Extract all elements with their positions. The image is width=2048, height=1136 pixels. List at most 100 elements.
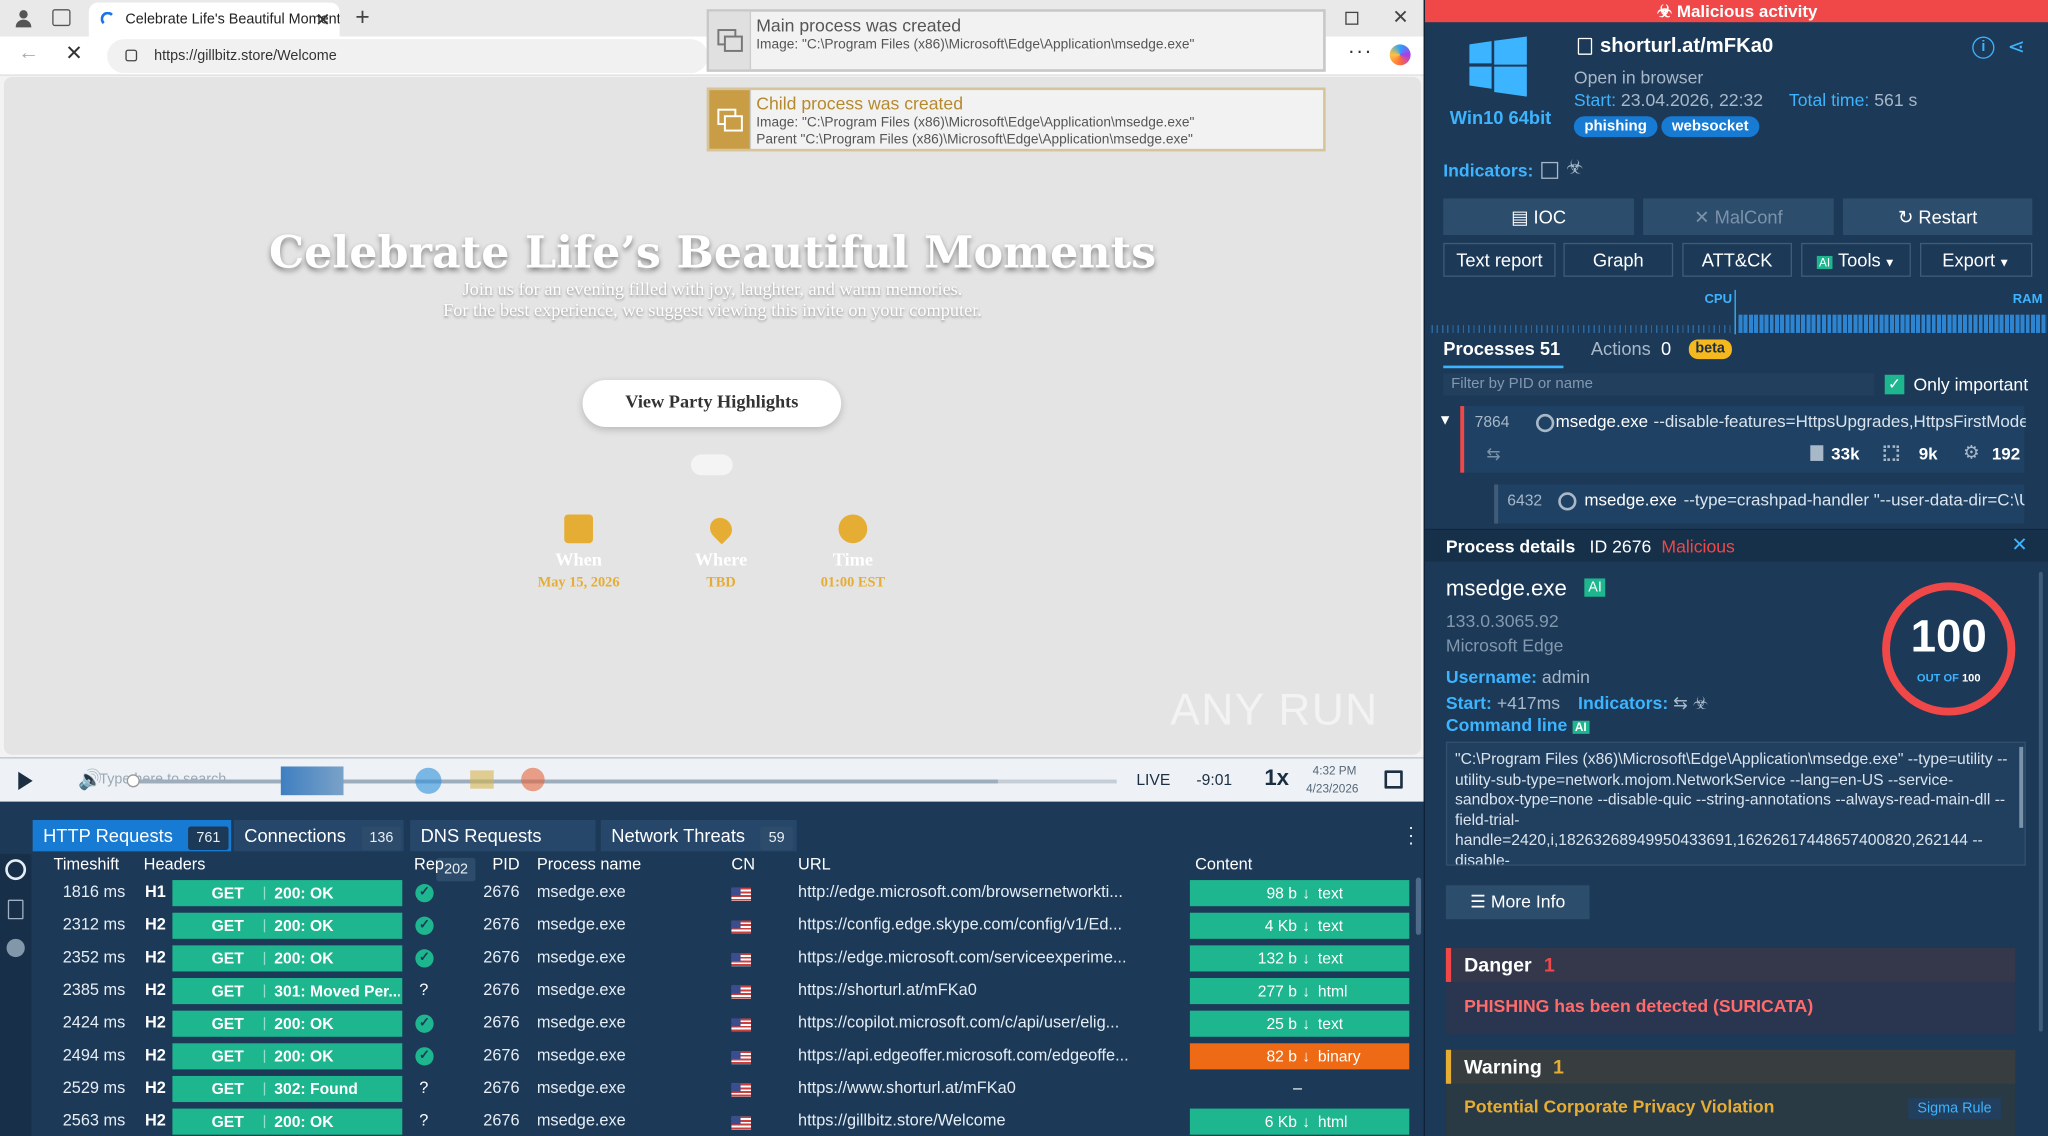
info-icon[interactable]: i	[1972, 36, 1995, 59]
command-line-box[interactable]: "C:\Program Files (x86)\Microsoft\Edge\A…	[1445, 741, 2026, 866]
tab-http-requests[interactable]: HTTP Requests 761	[32, 820, 232, 852]
details-scrollbar[interactable]	[2038, 571, 2043, 1032]
processes-underline	[1443, 365, 1564, 369]
row-status: 200: OK	[274, 1112, 334, 1131]
actions-tab[interactable]: Actions 0	[1591, 338, 1671, 359]
cmd-scrollbar[interactable]	[2019, 746, 2024, 828]
col-content[interactable]: Content	[1195, 855, 1252, 873]
tab-dns-requests[interactable]: DNS Requests202	[410, 820, 596, 882]
col-headers[interactable]: Headers	[144, 855, 206, 873]
tab-close-icon[interactable]: ✕	[315, 3, 330, 37]
row-url[interactable]: https://gillbitz.store/Welcome	[798, 1111, 1177, 1129]
row-process: msedge.exe	[536, 1111, 626, 1130]
cpu-ram-divider	[1734, 289, 1736, 335]
col-url[interactable]: URL	[798, 855, 831, 873]
more-info-button[interactable]: ☰ More Info	[1445, 885, 1590, 920]
table-row[interactable]: 2529 ms H2 GET 302: Found ? 2676 msedge.…	[31, 1073, 1421, 1106]
col-process[interactable]: Process name	[537, 855, 641, 873]
restart-button[interactable]: ↻ Restart	[1842, 198, 2033, 236]
biohazard-icon: ☣	[1656, 1, 1677, 21]
browser-tab[interactable]: Celebrate Life's Beautiful Moment ✕	[88, 2, 340, 37]
new-tab-icon[interactable]: +	[355, 4, 370, 33]
row-url[interactable]: https://api.edgeoffer.microsoft.com/edge…	[798, 1046, 1177, 1064]
tab-actions-icon[interactable]	[52, 9, 71, 27]
table-row[interactable]: 2424 ms H2 GET 200: OK ✓ 2676 msedge.exe…	[31, 1008, 1421, 1041]
text-report-button[interactable]: Text report	[1443, 242, 1556, 277]
table-row[interactable]: 1816 ms H1 GET 200: OK ✓ 2676 msedge.exe…	[31, 877, 1421, 910]
col-rep[interactable]: Rep	[414, 855, 444, 873]
url-field[interactable]: https://gillbitz.store/Welcome	[107, 39, 708, 74]
tab-label: DNS Requests	[420, 825, 542, 847]
collapse-arrow-icon[interactable]: ▼	[1438, 413, 1452, 429]
tag-websocket[interactable]: websocket	[1661, 116, 1760, 138]
ioc-button[interactable]: ▤ IOC	[1443, 198, 1634, 236]
play-icon[interactable]	[18, 771, 33, 790]
us-flag-icon	[731, 953, 752, 967]
row-pid: 2676	[483, 947, 520, 967]
row-url[interactable]: https://copilot.microsoft.com/c/api/user…	[798, 1013, 1177, 1031]
close-window-icon[interactable]: ✕	[1392, 5, 1408, 29]
col-pid[interactable]: PID	[492, 855, 519, 873]
info-time: Time 01:00 EST	[788, 514, 919, 590]
copy-icon[interactable]	[1577, 37, 1593, 55]
table-row[interactable]: 2494 ms H2 GET 200: OK ✓ 2676 msedge.exe…	[31, 1041, 1421, 1074]
warning-item[interactable]: Potential Corporate Privacy Violation	[1464, 1097, 1774, 1117]
timeline-track[interactable]	[130, 779, 1117, 784]
tab-connections[interactable]: Connections 136	[233, 820, 404, 852]
attck-button[interactable]: ATT&CK	[1682, 242, 1792, 277]
clock-icon	[838, 514, 868, 544]
content-type: text	[1317, 949, 1344, 968]
panel-menu-icon[interactable]: · · ·	[1408, 817, 1414, 851]
col-timeshift[interactable]: Timeshift	[54, 855, 120, 873]
danger-item[interactable]: PHISHING has been detected (SURICATA)	[1464, 996, 1813, 1016]
only-important-checkbox[interactable]: ✓	[1884, 374, 1905, 395]
share-icon[interactable]: ⋖	[2008, 34, 2026, 60]
table-row[interactable]: 2563 ms H2 GET 200: OK ? 2676 msedge.exe…	[31, 1106, 1421, 1136]
export-button[interactable]: Export ▼	[1919, 242, 2033, 277]
row-url[interactable]: https://config.edge.skype.com/config/v1/…	[798, 915, 1177, 933]
processes-tab[interactable]: Processes 51	[1443, 338, 1560, 359]
table-row[interactable]: 2385 ms H2 GET 301: Moved Per... ? 2676 …	[31, 975, 1421, 1008]
stop-icon[interactable]: ✕	[65, 40, 83, 66]
copilot-icon[interactable]	[1389, 44, 1411, 66]
score-ring: 100 OUT OF 100	[1882, 582, 2016, 716]
tools-button[interactable]: AI Tools ▼	[1801, 242, 1911, 277]
globe-icon[interactable]	[5, 859, 27, 881]
sigma-rule-badge[interactable]: Sigma Rule	[1908, 1098, 2001, 1120]
graph-button[interactable]: Graph	[1563, 242, 1674, 277]
row-url[interactable]: https://edge.microsoft.com/serviceexperi…	[798, 948, 1177, 966]
row-url[interactable]: https://www.shorturl.at/mFKa0	[798, 1079, 1177, 1097]
view-highlights-button[interactable]: View Party Highlights	[582, 379, 842, 427]
process-row-7864[interactable]: 7864 msedge.exe --disable-features=Https…	[1460, 406, 2026, 473]
open-in-browser-link[interactable]: Open in browser	[1574, 68, 1703, 88]
details-close-icon[interactable]: ✕	[2011, 533, 2027, 556]
table-scrollbar[interactable]	[1415, 877, 1422, 935]
timeline-handle[interactable]	[126, 774, 140, 788]
malconf-button[interactable]: ✕ MalConf	[1643, 198, 1834, 236]
restore-icon[interactable]	[1345, 11, 1359, 25]
table-row[interactable]: 2312 ms H2 GET 200: OK ✓ 2676 msedge.exe…	[31, 910, 1421, 943]
rep-check-icon: ✓	[415, 883, 434, 903]
bug-icon[interactable]	[6, 938, 25, 958]
tab-network-threats[interactable]: Network Threats 59	[600, 820, 797, 852]
row-timeshift: 1816 ms	[62, 882, 126, 901]
toggle-pill[interactable]	[690, 454, 733, 476]
table-row[interactable]: 2352 ms H2 GET 200: OK ✓ 2676 msedge.exe…	[31, 943, 1421, 976]
more-icon[interactable]: ···	[1348, 40, 1373, 64]
back-icon[interactable]: ←	[18, 42, 39, 66]
fullscreen-icon[interactable]	[1384, 770, 1403, 789]
row-url[interactable]: https://shorturl.at/mFKa0	[798, 981, 1177, 999]
rep-unknown-icon: ?	[419, 980, 429, 999]
info-label: When	[555, 551, 602, 571]
process-filter-input[interactable]: Filter by PID or name	[1443, 373, 1875, 396]
row-url[interactable]: http://edge.microsoft.com/browsernetwork…	[798, 883, 1177, 901]
live-label[interactable]: LIVE	[1136, 770, 1170, 788]
speed-label[interactable]: 1x	[1264, 765, 1289, 791]
file-icon[interactable]	[7, 899, 24, 920]
profile-icon[interactable]	[13, 8, 34, 29]
us-flag-icon	[731, 1018, 752, 1032]
process-row-6432[interactable]: 6432 msedge.exe --type=crashpad-handler …	[1494, 484, 2025, 524]
row-process: msedge.exe	[536, 1013, 626, 1032]
col-cn[interactable]: CN	[731, 855, 755, 873]
tag-phishing[interactable]: phishing	[1573, 116, 1658, 138]
